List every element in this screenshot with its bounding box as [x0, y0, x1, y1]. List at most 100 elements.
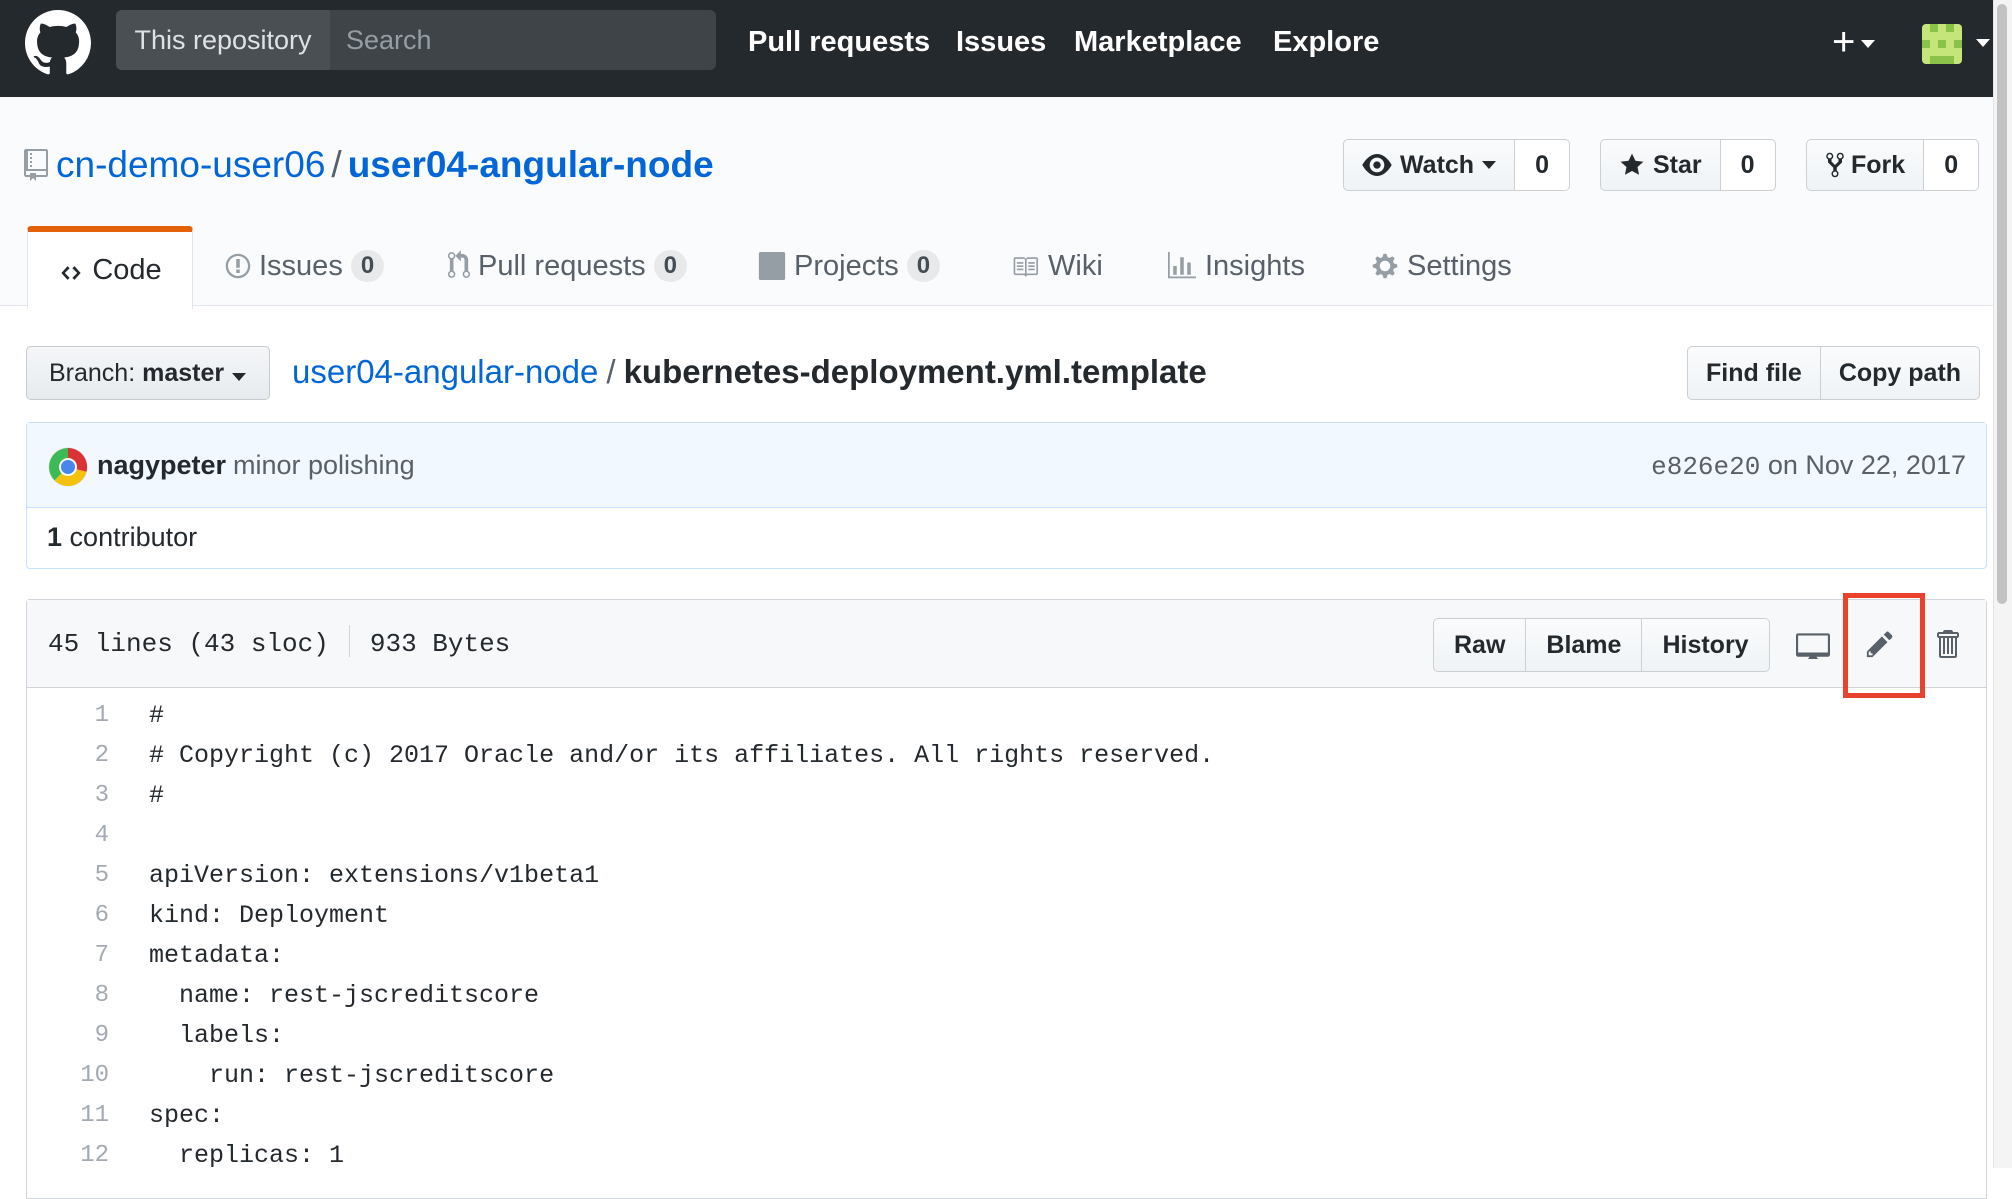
star-count[interactable]: 0: [1720, 139, 1776, 191]
code-line: 4: [27, 816, 1986, 856]
file-action-buttons: Raw Blame History: [1433, 618, 1770, 672]
projects-counter: 0: [906, 250, 941, 282]
line-number[interactable]: 1: [27, 696, 109, 736]
line-number[interactable]: 9: [27, 1016, 109, 1056]
line-content: run: rest-jscreditscore: [149, 1061, 555, 1090]
file-line-count: 45 lines (43 sloc): [48, 629, 329, 659]
line-number[interactable]: 4: [27, 816, 109, 856]
tab-code[interactable]: Code: [27, 226, 193, 309]
commit-author-link[interactable]: nagypeter: [97, 443, 226, 487]
github-logo-icon[interactable]: [25, 10, 91, 76]
issue-icon: [225, 253, 251, 279]
line-number[interactable]: 3: [27, 776, 109, 816]
repo-title: cn-demo-user06/user04-angular-node: [24, 141, 714, 193]
nav-pull-requests[interactable]: Pull requests: [748, 22, 930, 62]
star-label: Star: [1653, 151, 1702, 179]
line-number[interactable]: 2: [27, 736, 109, 776]
file-header: 45 lines (43 sloc) 933 Bytes Raw Blame Hi…: [27, 600, 1986, 688]
project-icon: [758, 252, 786, 280]
line-number[interactable]: 6: [27, 896, 109, 936]
code-line: 9 labels:: [27, 1016, 1986, 1056]
star-button[interactable]: Star: [1600, 139, 1721, 191]
fork-icon: [1826, 152, 1844, 178]
code-line: 6 kind: Deployment: [27, 896, 1986, 936]
line-content: metadata:: [149, 941, 285, 970]
code-line: 12 replicas: 1: [27, 1136, 1986, 1176]
breadcrumb-repo-link[interactable]: user04-angular-node: [292, 353, 598, 390]
scrollbar-thumb[interactable]: [1997, 4, 2007, 604]
search-input[interactable]: [330, 10, 716, 70]
global-header: This repository Pull requests Issues Mar…: [0, 0, 2012, 97]
pulls-counter: 0: [653, 250, 688, 282]
issues-counter: 0: [350, 250, 385, 282]
user-avatar[interactable]: [1922, 24, 1962, 64]
file-info: 45 lines (43 sloc) 933 Bytes: [48, 623, 510, 665]
raw-button[interactable]: Raw: [1433, 618, 1527, 672]
watch-label: Watch: [1400, 151, 1475, 179]
tab-settings[interactable]: Settings: [1371, 226, 1512, 306]
fork-group: Fork 0: [1806, 139, 1980, 191]
delete-file-button[interactable]: [1925, 622, 1969, 666]
commit-sha-link[interactable]: e826e20: [1651, 452, 1760, 482]
nav-issues[interactable]: Issues: [956, 22, 1046, 62]
breadcrumb: user04-angular-node / kubernetes-deploymen…: [292, 350, 1207, 394]
line-number[interactable]: 5: [27, 856, 109, 896]
create-new-button[interactable]: +: [1832, 20, 1876, 64]
graph-icon: [1168, 252, 1196, 279]
nav-explore[interactable]: Explore: [1273, 22, 1379, 62]
line-number[interactable]: 10: [27, 1056, 109, 1096]
tab-pull-requests[interactable]: Pull requests 0: [448, 226, 688, 306]
line-number[interactable]: 8: [27, 976, 109, 1016]
branch-prefix: Branch:: [49, 359, 136, 387]
search-box: This repository: [116, 10, 716, 70]
line-content: #: [149, 781, 165, 810]
commit-author-avatar[interactable]: [48, 447, 88, 487]
line-number[interactable]: 11: [27, 1096, 109, 1136]
code-line: 5 apiVersion: extensions/v1beta1: [27, 856, 1986, 896]
watch-button[interactable]: Watch: [1343, 139, 1516, 191]
line-number[interactable]: 7: [27, 936, 109, 976]
repo-icon: [24, 145, 48, 193]
history-button[interactable]: History: [1642, 618, 1770, 672]
contributors-summary[interactable]: 1 contributor: [47, 515, 197, 559]
tab-wiki[interactable]: Wiki: [1010, 226, 1103, 306]
line-content: #: [149, 701, 165, 730]
eye-icon: [1362, 154, 1392, 176]
contributors-count: 1: [47, 522, 63, 552]
code-line: 3 #: [27, 776, 1986, 816]
tab-pull-requests-label: Pull requests: [478, 250, 646, 282]
fork-button[interactable]: Fork: [1806, 139, 1925, 191]
code-line: 10 run: rest-jscreditscore: [27, 1056, 1986, 1096]
desktop-icon: [1796, 633, 1830, 659]
open-desktop-button[interactable]: [1791, 622, 1835, 666]
branch-select-button[interactable]: Branch: master: [26, 346, 270, 400]
chevron-down-icon: [232, 373, 247, 381]
repo-owner-link[interactable]: cn-demo-user06: [56, 144, 325, 185]
code-line: 11 spec:: [27, 1096, 1986, 1136]
watch-count[interactable]: 0: [1515, 139, 1570, 191]
chevron-down-icon[interactable]: [1976, 39, 1990, 47]
find-file-button[interactable]: Find file: [1687, 346, 1821, 400]
tab-issues[interactable]: Issues 0: [225, 226, 385, 306]
fork-count[interactable]: 0: [1924, 139, 1980, 191]
line-content: labels:: [149, 1021, 285, 1050]
plus-icon: +: [1832, 20, 1856, 64]
tab-projects[interactable]: Projects 0: [758, 226, 941, 306]
tab-insights[interactable]: Insights: [1167, 226, 1305, 306]
chevron-down-icon: [1482, 161, 1497, 169]
copy-path-button[interactable]: Copy path: [1820, 346, 1981, 400]
gear-icon: [1372, 253, 1398, 279]
commit-tease: nagypeter minor polishing e826e20 on Nov…: [26, 422, 1987, 569]
line-content: # Copyright (c) 2017 Oracle and/or its a…: [149, 741, 1215, 770]
line-number[interactable]: 12: [27, 1136, 109, 1176]
search-scope-label[interactable]: This repository: [116, 10, 330, 70]
blame-button[interactable]: Blame: [1526, 618, 1643, 672]
pull-request-icon: [448, 250, 470, 278]
nav-marketplace[interactable]: Marketplace: [1074, 22, 1242, 62]
commit-message-link[interactable]: minor polishing: [233, 443, 415, 487]
line-content: name: rest-jscreditscore: [149, 981, 540, 1010]
tab-projects-label: Projects: [794, 250, 899, 282]
code-line: 1 #: [27, 696, 1986, 736]
commit-meta: e826e20 on Nov 22, 2017: [1651, 443, 1966, 489]
repo-name-link[interactable]: user04-angular-node: [348, 144, 714, 185]
